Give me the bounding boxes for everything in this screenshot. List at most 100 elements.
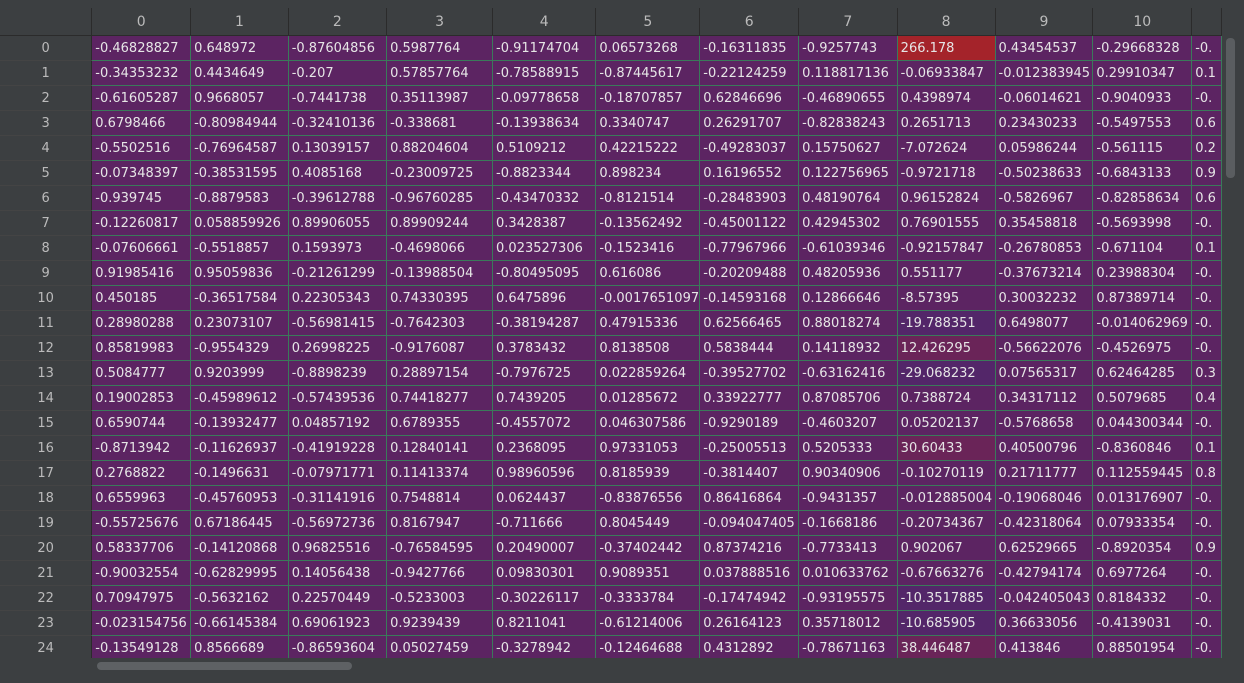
table-cell[interactable]: 0.62529665 bbox=[994, 535, 1094, 561]
table-cell[interactable]: -0.61214006 bbox=[595, 610, 701, 636]
table-cell[interactable]: -0.12260817 bbox=[91, 210, 192, 236]
table-cell[interactable]: -0.96760285 bbox=[386, 185, 494, 211]
table-cell[interactable]: 0.1 bbox=[1191, 435, 1222, 461]
table-cell[interactable]: -0.012383945 bbox=[994, 60, 1094, 86]
table-cell[interactable]: -0.29668328 bbox=[1092, 35, 1193, 61]
table-cell[interactable]: 0.40500796 bbox=[994, 435, 1094, 461]
table-cell[interactable]: -0.42794174 bbox=[994, 560, 1094, 586]
table-cell[interactable]: 0.8185939 bbox=[595, 460, 701, 486]
table-cell[interactable]: -0.5233003 bbox=[386, 585, 494, 611]
row-index-label[interactable]: 22 bbox=[0, 585, 93, 611]
row-index-label[interactable]: 5 bbox=[0, 160, 93, 186]
row-index-label[interactable]: 14 bbox=[0, 385, 93, 411]
table-cell[interactable]: 0.8 bbox=[1191, 460, 1222, 486]
column-header[interactable]: 9 bbox=[995, 8, 1094, 36]
table-cell[interactable]: 0.23988304 bbox=[1092, 260, 1193, 286]
table-cell[interactable]: -0.5768658 bbox=[994, 410, 1094, 436]
row-index-label[interactable]: 12 bbox=[0, 335, 93, 361]
column-header[interactable]: 6 bbox=[699, 8, 800, 36]
table-cell[interactable]: 0.8184332 bbox=[1092, 585, 1193, 611]
table-cell[interactable]: 0.6 bbox=[1191, 185, 1222, 211]
table-cell[interactable]: 0.67186445 bbox=[190, 510, 289, 536]
table-cell[interactable]: 0.1593973 bbox=[287, 235, 388, 261]
table-cell[interactable]: 0.9 bbox=[1191, 535, 1222, 561]
table-cell[interactable]: -0.90032554 bbox=[91, 560, 192, 586]
table-cell[interactable]: 0.0624437 bbox=[492, 485, 597, 511]
table-cell[interactable]: -0. bbox=[1191, 85, 1222, 111]
table-cell[interactable]: -0.93195575 bbox=[798, 585, 898, 611]
column-header[interactable]: 5 bbox=[595, 8, 701, 36]
table-cell[interactable]: -0.5693998 bbox=[1092, 210, 1193, 236]
table-cell[interactable]: -0.49283037 bbox=[699, 135, 800, 161]
table-cell[interactable]: -0.46828827 bbox=[91, 35, 192, 61]
table-cell[interactable]: 0.5987764 bbox=[386, 35, 494, 61]
table-cell[interactable]: -0. bbox=[1191, 210, 1222, 236]
table-cell[interactable]: -0.11626937 bbox=[190, 435, 289, 461]
table-cell[interactable]: 0.11413374 bbox=[386, 460, 494, 486]
table-cell[interactable]: -0. bbox=[1191, 510, 1222, 536]
table-cell[interactable]: 0.05202137 bbox=[896, 410, 996, 436]
table-cell[interactable]: -0.83876556 bbox=[595, 485, 701, 511]
table-cell[interactable]: -0.5502516 bbox=[91, 135, 192, 161]
table-cell[interactable]: -0. bbox=[1191, 485, 1222, 511]
column-header[interactable]: 0 bbox=[91, 8, 192, 36]
table-cell[interactable]: 0.6498077 bbox=[994, 310, 1094, 336]
column-header[interactable]: 10 bbox=[1092, 8, 1193, 36]
table-cell[interactable]: -0.46890655 bbox=[798, 85, 898, 111]
table-cell[interactable]: 0.6 bbox=[1191, 110, 1222, 136]
row-index-label[interactable]: 21 bbox=[0, 560, 93, 586]
table-cell[interactable]: -0.42318064 bbox=[994, 510, 1094, 536]
table-cell[interactable]: 0.2651713 bbox=[896, 110, 996, 136]
table-cell[interactable]: 0.118817136 bbox=[798, 60, 898, 86]
table-cell[interactable]: -0.66145384 bbox=[190, 610, 289, 636]
table-cell[interactable]: -0. bbox=[1191, 285, 1222, 311]
table-cell[interactable]: 0.6789355 bbox=[386, 410, 494, 436]
row-index-label[interactable]: 20 bbox=[0, 535, 93, 561]
table-cell[interactable]: 0.9239439 bbox=[386, 610, 494, 636]
table-cell[interactable]: -0.9427766 bbox=[386, 560, 494, 586]
table-cell[interactable]: -0.3814407 bbox=[699, 460, 800, 486]
table-cell[interactable]: -0.9176087 bbox=[386, 335, 494, 361]
table-cell[interactable]: 0.87389714 bbox=[1092, 285, 1193, 311]
table-cell[interactable]: -0.91174704 bbox=[492, 35, 597, 61]
table-cell[interactable]: 0.43454537 bbox=[994, 35, 1094, 61]
row-index-label[interactable]: 2 bbox=[0, 85, 93, 111]
table-cell[interactable]: -0.41919228 bbox=[287, 435, 388, 461]
table-cell[interactable]: -0.82858634 bbox=[1092, 185, 1193, 211]
table-cell[interactable]: -0.45001122 bbox=[699, 210, 800, 236]
table-cell[interactable]: -0.80984944 bbox=[190, 110, 289, 136]
table-cell[interactable]: 0.6977264 bbox=[1092, 560, 1193, 586]
table-cell[interactable]: 0.058859926 bbox=[190, 210, 289, 236]
table-cell[interactable]: 0.3783432 bbox=[492, 335, 597, 361]
table-cell[interactable]: -0.09778658 bbox=[492, 85, 597, 111]
table-cell[interactable]: 12.426295 bbox=[896, 335, 996, 361]
table-cell[interactable]: -0.8121514 bbox=[595, 185, 701, 211]
table-cell[interactable]: -0.207 bbox=[287, 60, 388, 86]
table-cell[interactable]: 0.26998225 bbox=[287, 335, 388, 361]
table-cell[interactable]: -0.22124259 bbox=[699, 60, 800, 86]
table-cell[interactable]: -0.21261299 bbox=[287, 260, 388, 286]
table-cell[interactable]: -0.50238633 bbox=[994, 160, 1094, 186]
table-cell[interactable]: -0.9290189 bbox=[699, 410, 800, 436]
table-cell[interactable]: 0.09830301 bbox=[492, 560, 597, 586]
table-cell[interactable]: -0.023154756 bbox=[91, 610, 192, 636]
table-cell[interactable]: 0.6559963 bbox=[91, 485, 192, 511]
table-cell[interactable]: 0.013176907 bbox=[1092, 485, 1193, 511]
table-cell[interactable]: -0. bbox=[1191, 410, 1222, 436]
row-index-label[interactable]: 19 bbox=[0, 510, 93, 536]
table-cell[interactable]: -0.13988504 bbox=[386, 260, 494, 286]
table-cell[interactable]: 0.5838444 bbox=[699, 335, 800, 361]
row-index-label[interactable]: 8 bbox=[0, 235, 93, 261]
table-cell[interactable]: -0.9257743 bbox=[798, 35, 898, 61]
table-cell[interactable]: -0. bbox=[1191, 610, 1222, 636]
table-cell[interactable]: 0.23430233 bbox=[994, 110, 1094, 136]
table-cell[interactable]: -0.45989612 bbox=[190, 385, 289, 411]
table-cell[interactable]: 0.14118932 bbox=[798, 335, 898, 361]
table-cell[interactable]: -0.13938634 bbox=[492, 110, 597, 136]
table-cell[interactable]: 0.30032232 bbox=[994, 285, 1094, 311]
row-index-label[interactable]: 11 bbox=[0, 310, 93, 336]
vertical-scrollbar-thumb[interactable] bbox=[1226, 38, 1235, 178]
row-index-label[interactable]: 16 bbox=[0, 435, 93, 461]
table-cell[interactable]: 0.022859264 bbox=[595, 360, 701, 386]
table-cell[interactable]: -0.20734367 bbox=[896, 510, 996, 536]
